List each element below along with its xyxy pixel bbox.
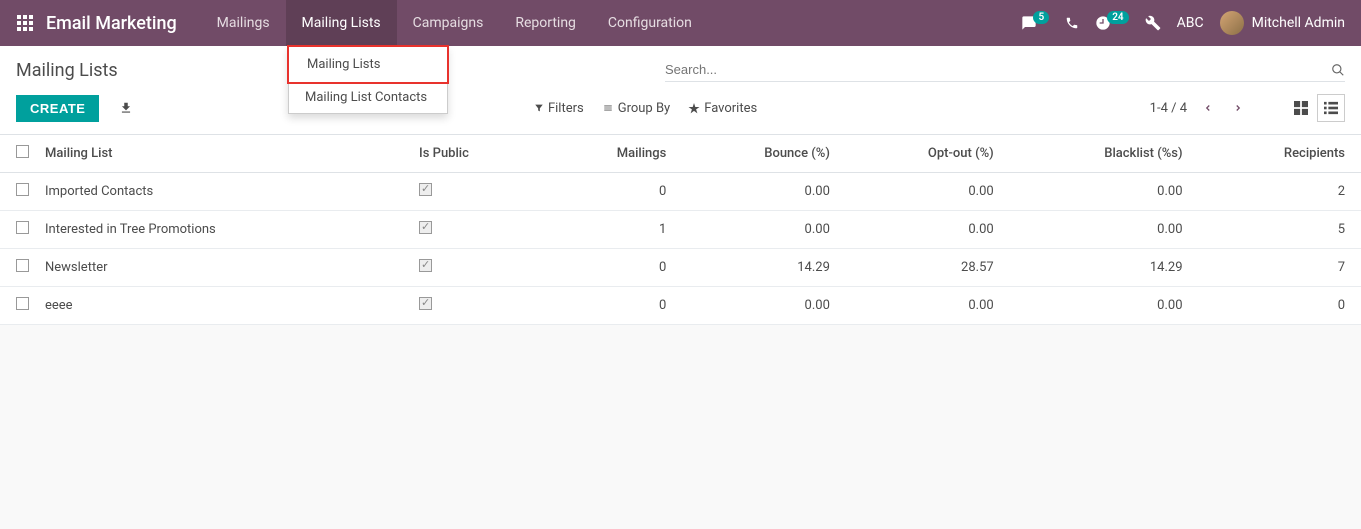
pager-prev[interactable] (1199, 99, 1217, 117)
col-optout[interactable]: Opt-out (%) (838, 135, 1002, 173)
pager-next[interactable] (1229, 99, 1247, 117)
is-public-checkbox (419, 259, 432, 272)
cell-recipients: 5 (1191, 211, 1361, 249)
cell-bounce: 0.00 (674, 173, 838, 211)
col-is-public[interactable]: Is Public (411, 135, 543, 173)
nav-right: 5 24 ABC Mitchell Admin (1021, 11, 1345, 35)
nav-item-reporting[interactable]: Reporting (499, 0, 592, 46)
cell-name: Imported Contacts (37, 173, 411, 211)
cell-optout: 0.00 (838, 211, 1002, 249)
page-title: Mailing Lists (16, 60, 118, 81)
dropdown-item-mailing-lists[interactable]: Mailing Lists (287, 45, 449, 84)
is-public-checkbox (419, 221, 432, 234)
star-icon (688, 102, 700, 114)
pager-range[interactable]: 1-4 / 4 (1150, 101, 1187, 116)
user-menu[interactable]: Mitchell Admin (1220, 11, 1345, 35)
navbar: Email Marketing Mailings Mailing Lists C… (0, 0, 1361, 46)
search-options: Filters Group By Favorites (534, 101, 757, 116)
nav-item-configuration[interactable]: Configuration (592, 0, 708, 46)
nav-item-mailing-lists[interactable]: Mailing Lists (286, 0, 397, 46)
filters-button[interactable]: Filters (534, 101, 584, 116)
cell-recipients: 0 (1191, 287, 1361, 325)
app-brand[interactable]: Email Marketing (46, 13, 177, 34)
company-selector[interactable]: ABC (1177, 15, 1204, 31)
cell-name: eeee (37, 287, 411, 325)
cell-mailings: 0 (543, 287, 674, 325)
phone-icon[interactable] (1065, 16, 1079, 30)
funnel-icon (534, 103, 544, 113)
kanban-view-button[interactable] (1287, 94, 1315, 122)
search-icon[interactable] (1331, 63, 1345, 77)
row-checkbox[interactable] (16, 221, 29, 234)
row-checkbox[interactable] (16, 297, 29, 310)
table-row[interactable]: Newsletter014.2928.5714.297 (0, 249, 1361, 287)
cell-blacklist: 0.00 (1002, 211, 1191, 249)
cell-optout: 0.00 (838, 173, 1002, 211)
cell-blacklist: 14.29 (1002, 249, 1191, 287)
nav-item-mailings[interactable]: Mailings (201, 0, 286, 46)
cell-is-public (411, 249, 543, 287)
table-row[interactable]: Imported Contacts00.000.000.002 (0, 173, 1361, 211)
import-icon[interactable] (111, 97, 141, 119)
cell-name: Interested in Tree Promotions (37, 211, 411, 249)
cell-mailings: 0 (543, 173, 674, 211)
is-public-checkbox (419, 183, 432, 196)
col-blacklist[interactable]: Blacklist (%s) (1002, 135, 1191, 173)
cell-bounce: 14.29 (674, 249, 838, 287)
nav-item-campaigns[interactable]: Campaigns (397, 0, 500, 46)
activities-icon[interactable]: 24 (1095, 15, 1128, 31)
row-checkbox[interactable] (16, 183, 29, 196)
list-view: Mailing List Is Public Mailings Bounce (… (0, 135, 1361, 325)
control-panel: Mailing Lists CREATE Filters (0, 46, 1361, 135)
apps-icon[interactable] (16, 14, 34, 32)
groupby-button[interactable]: Group By (602, 101, 671, 116)
messaging-icon[interactable]: 5 (1021, 15, 1049, 31)
cell-optout: 0.00 (838, 287, 1002, 325)
avatar (1220, 11, 1244, 35)
cell-bounce: 0.00 (674, 287, 838, 325)
col-bounce[interactable]: Bounce (%) (674, 135, 838, 173)
select-all-checkbox[interactable] (16, 145, 29, 158)
is-public-checkbox (419, 297, 432, 310)
list-view-icon (1324, 101, 1338, 115)
col-recipients[interactable]: Recipients (1191, 135, 1361, 173)
cell-is-public (411, 173, 543, 211)
cell-recipients: 2 (1191, 173, 1361, 211)
chevron-left-icon (1203, 101, 1213, 115)
cell-blacklist: 0.00 (1002, 173, 1191, 211)
list-icon (602, 103, 614, 113)
col-mailing-list[interactable]: Mailing List (37, 135, 411, 173)
cell-mailings: 0 (543, 249, 674, 287)
col-mailings[interactable]: Mailings (543, 135, 674, 173)
pager: 1-4 / 4 (1150, 99, 1247, 117)
create-button[interactable]: CREATE (16, 95, 99, 122)
kanban-icon (1294, 101, 1308, 115)
list-view-button[interactable] (1317, 94, 1345, 122)
search-box[interactable] (665, 58, 1345, 82)
favorites-button[interactable]: Favorites (688, 101, 757, 116)
cell-is-public (411, 287, 543, 325)
row-checkbox[interactable] (16, 259, 29, 272)
search-input[interactable] (665, 62, 1331, 77)
cell-mailings: 1 (543, 211, 674, 249)
cell-is-public (411, 211, 543, 249)
nav-menu: Mailings Mailing Lists Campaigns Reporti… (201, 0, 708, 46)
messaging-badge: 5 (1033, 11, 1049, 24)
debug-icon[interactable] (1145, 15, 1161, 31)
activities-badge: 24 (1107, 11, 1128, 24)
cell-bounce: 0.00 (674, 211, 838, 249)
mailing-lists-table: Mailing List Is Public Mailings Bounce (… (0, 135, 1361, 325)
dropdown-item-contacts[interactable]: Mailing List Contacts (289, 82, 447, 113)
cell-recipients: 7 (1191, 249, 1361, 287)
table-row[interactable]: Interested in Tree Promotions10.000.000.… (0, 211, 1361, 249)
chevron-right-icon (1233, 101, 1243, 115)
cell-optout: 28.57 (838, 249, 1002, 287)
cell-name: Newsletter (37, 249, 411, 287)
table-header-row: Mailing List Is Public Mailings Bounce (… (0, 135, 1361, 173)
cell-blacklist: 0.00 (1002, 287, 1191, 325)
view-switcher (1287, 94, 1345, 122)
user-name: Mitchell Admin (1252, 15, 1345, 31)
mailing-lists-dropdown: Mailing Lists Mailing List Contacts (288, 46, 448, 114)
table-row[interactable]: eeee00.000.000.000 (0, 287, 1361, 325)
